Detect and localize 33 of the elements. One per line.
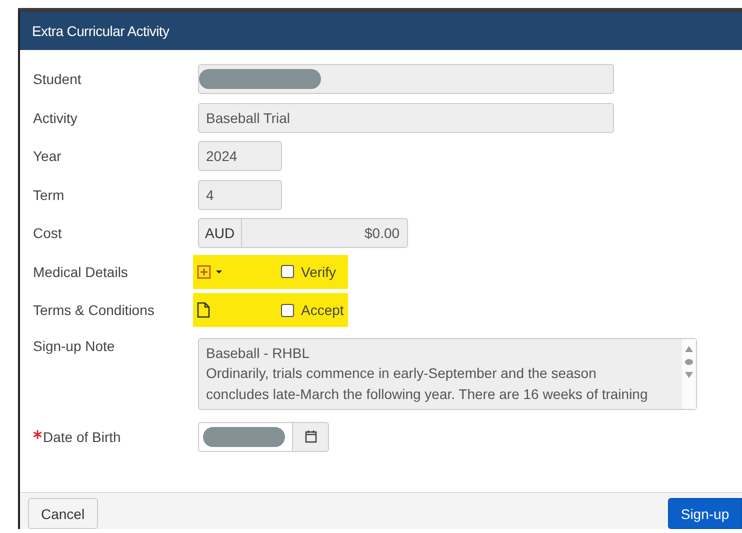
note-text: Ordinarily, trials commence in early-September and the season: [206, 364, 598, 383]
field-label: Term: [32, 186, 66, 203]
checkbox-square[interactable]: [281, 304, 294, 317]
input-field[interactable]: 2024: [198, 141, 282, 172]
field-label: Medical Details: [32, 264, 129, 280]
checkbox-label: Verify: [301, 264, 336, 280]
field-label: Terms & Conditions: [32, 302, 156, 318]
note-text: concludes late-March the following year. There are 16 weeks of training: [206, 384, 648, 404]
sign-up-button[interactable]: Sign-up: [668, 498, 742, 529]
field-label: Sign-up Note: [32, 338, 116, 354]
field-label: Year: [32, 148, 62, 164]
field-label: Activity: [32, 110, 78, 126]
checkbox-square[interactable]: [281, 265, 294, 278]
activity-field[interactable]: Baseball Trial: [198, 102, 614, 133]
calendar-icon: [304, 430, 316, 443]
note-text: Baseball - RHBL: [206, 344, 310, 362]
date-field[interactable]: [198, 422, 293, 452]
cancel-button[interactable]: Cancel: [28, 498, 98, 529]
window-title: Extra Curricular Activity: [32, 23, 170, 39]
student-field[interactable]: [198, 64, 614, 94]
currency-label: AUD: [198, 218, 242, 248]
field-label: Cost: [32, 225, 63, 242]
cost-field[interactable]: $0.00: [242, 218, 408, 248]
plus-box-caret-icon: [197, 264, 225, 279]
field-label: Date of Birth: [20, 428, 198, 444]
note-textarea[interactable]: Baseball - RHBL Ordinarily, trials commence in early-September and the season concludes late-March the following year. There are 16 weeks of training: [198, 338, 697, 410]
input-field[interactable]: 4: [198, 180, 282, 210]
checkbox[interactable]: Accept: [281, 302, 344, 318]
checkbox[interactable]: Verify: [281, 264, 336, 280]
checkbox-label: Accept: [301, 302, 344, 318]
scrollbar[interactable]: [682, 338, 696, 408]
field-label: Student: [32, 71, 82, 88]
calendar-button[interactable]: [293, 422, 329, 452]
